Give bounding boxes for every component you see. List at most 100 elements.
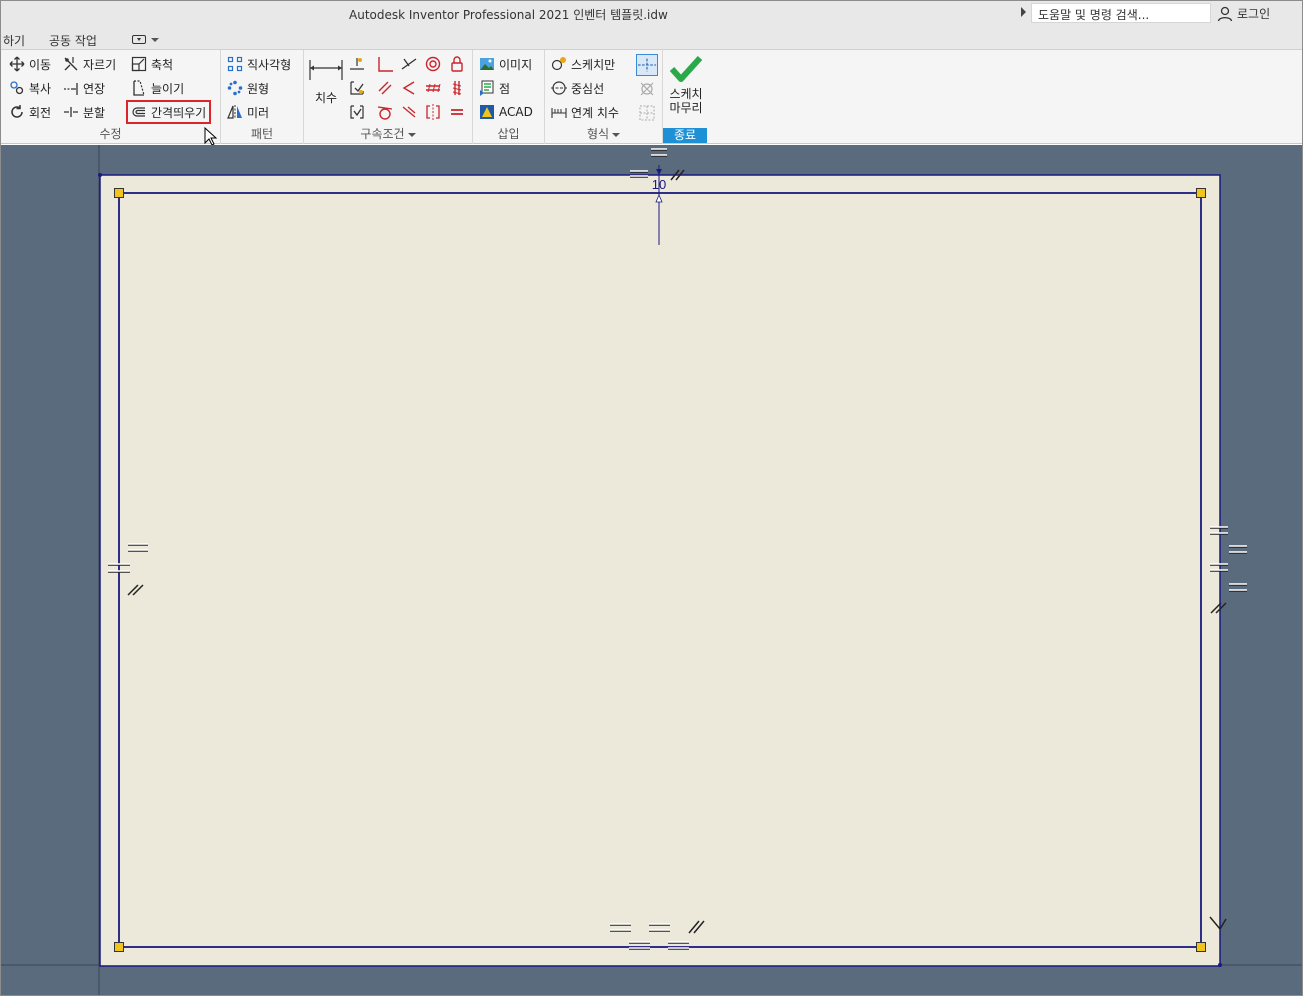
sheet-corner-point xyxy=(1218,963,1222,967)
mirror-label: 미러 xyxy=(247,105,270,120)
panel-modify-label: 수정 xyxy=(99,127,122,141)
circular-pattern-label: 원형 xyxy=(247,81,270,96)
rotate-icon xyxy=(9,104,25,120)
circular-pattern-button[interactable]: 원형 xyxy=(227,78,269,98)
panel-exit-label: 종료 xyxy=(663,128,707,143)
smooth-constraint-icon[interactable] xyxy=(400,79,418,97)
driven-dimension-button[interactable]: 연계 치수 xyxy=(551,102,619,122)
tab-partial[interactable]: 하기 xyxy=(3,32,25,49)
circular-pattern-icon xyxy=(227,80,243,96)
sketch-only-button[interactable]: 스케치만 xyxy=(551,54,615,74)
panel-format: 스케치만 중심선 연계 치수 형식 xyxy=(545,50,663,144)
tab-collaborate[interactable]: 공동 작업 xyxy=(49,32,97,49)
stretch-label: 늘이기 xyxy=(151,81,185,96)
insert-image-button[interactable]: 이미지 xyxy=(479,54,532,74)
help-search-input[interactable]: 도움말 및 명령 검색... xyxy=(1031,3,1211,23)
finish-sketch-label-2: 마무리 xyxy=(669,101,703,115)
show-constraints-icon[interactable] xyxy=(348,103,366,121)
concentric-constraint-icon[interactable] xyxy=(424,55,442,73)
perpendicular-constraint-icon[interactable] xyxy=(376,55,394,73)
vertex-bottom-left[interactable] xyxy=(114,942,124,952)
sketch-only-icon xyxy=(551,56,567,72)
auto-constraint-icon[interactable] xyxy=(348,79,366,97)
trim-label: 자르기 xyxy=(83,57,117,72)
stretch-icon xyxy=(131,80,147,96)
tangent-constraint-icon[interactable] xyxy=(400,55,418,73)
show-format-icon[interactable] xyxy=(638,80,656,98)
centerline-label: 중심선 xyxy=(571,81,605,96)
fix-constraint-icon[interactable] xyxy=(448,55,466,73)
login-button[interactable]: 로그인 xyxy=(1217,5,1270,22)
mirror-button[interactable]: 미러 xyxy=(227,102,269,122)
move-button[interactable]: 이동 xyxy=(9,54,51,74)
trim-icon xyxy=(63,56,79,72)
image-icon xyxy=(479,56,495,72)
offset-label: 간격띄우기 xyxy=(151,105,207,120)
finish-sketch-label-1: 스케치 xyxy=(669,87,703,101)
extend-button[interactable]: 연장 xyxy=(63,78,105,98)
panel-insert-label: 삽입 xyxy=(497,127,520,141)
move-label: 이동 xyxy=(29,57,52,72)
panel-insert: 이미지 점 ACAD 삽입 xyxy=(473,50,545,144)
rectangular-pattern-button[interactable]: 직사각형 xyxy=(227,54,291,74)
scale-button[interactable]: 축척 xyxy=(131,54,173,74)
rectangular-pattern-icon xyxy=(227,56,243,72)
graphics-canvas[interactable]: 10 xyxy=(1,145,1303,996)
extend-label: 연장 xyxy=(83,81,106,96)
chevron-down-icon xyxy=(612,132,621,137)
panel-constrain-label[interactable]: 구속조건 xyxy=(304,125,472,142)
vertex-top-right[interactable] xyxy=(1196,188,1206,198)
reference-grid-icon[interactable] xyxy=(638,104,656,122)
coincident-constraint-icon[interactable] xyxy=(348,55,366,73)
insert-point-button[interactable]: 점 xyxy=(479,78,510,98)
panel-pattern: 직사각형 원형 미러 패턴 xyxy=(221,50,304,144)
horizontal-constraint-icon[interactable] xyxy=(424,79,442,97)
copy-button[interactable]: 복사 xyxy=(9,78,51,98)
dimension-button[interactable]: 치수 xyxy=(308,56,344,106)
trim-button[interactable]: 자르기 xyxy=(63,54,116,74)
offset-button[interactable]: 간격띄우기 xyxy=(126,100,212,124)
ribbon: 이동 자르기 축척 복사 연장 늘이기 회전 분할 간격띄우기 수정 직사각형 … xyxy=(1,50,1302,144)
tangent-circle-constraint-icon[interactable] xyxy=(376,103,394,121)
symmetric-constraint-icon[interactable] xyxy=(424,103,442,121)
stretch-button[interactable]: 늘이기 xyxy=(131,78,184,98)
insert-image-label: 이미지 xyxy=(499,57,533,72)
acad-icon xyxy=(479,104,495,120)
panel-modify: 이동 자르기 축척 복사 연장 늘이기 회전 분할 간격띄우기 수정 xyxy=(1,50,221,144)
offset-icon xyxy=(131,104,147,120)
move-icon xyxy=(9,56,25,72)
equal-constraint-icon[interactable] xyxy=(448,103,466,121)
dimension-icon xyxy=(309,60,343,80)
vertex-bottom-right[interactable] xyxy=(1196,942,1206,952)
sketch-graphics[interactable]: 10 xyxy=(1,145,1303,996)
extend-icon xyxy=(63,80,79,96)
parallel-constraint-icon[interactable] xyxy=(376,79,394,97)
login-label: 로그인 xyxy=(1237,7,1271,21)
collinear-constraint-icon[interactable] xyxy=(400,103,418,121)
vertex-top-left[interactable] xyxy=(114,188,124,198)
centerline-icon xyxy=(551,80,567,96)
format-label-text: 형식 xyxy=(586,127,610,141)
user-icon xyxy=(1217,6,1233,22)
copy-label: 복사 xyxy=(29,81,52,96)
panel-format-label[interactable]: 형식 xyxy=(545,125,662,142)
split-button[interactable]: 분할 xyxy=(63,102,105,122)
sketch-only-label: 스케치만 xyxy=(571,57,616,72)
rotate-button[interactable]: 회전 xyxy=(9,102,51,122)
tab-overflow-dropdown[interactable] xyxy=(132,35,159,44)
drawing-sheet xyxy=(99,174,1221,967)
vertical-constraint-icon[interactable] xyxy=(448,79,466,97)
insert-acad-button[interactable]: ACAD xyxy=(479,102,533,122)
finish-sketch-button[interactable]: 스케치 마무리 xyxy=(665,54,707,115)
tab-overflow-icon xyxy=(132,35,146,44)
construction-toggle[interactable] xyxy=(636,54,658,76)
insert-point-label: 점 xyxy=(499,81,511,96)
point-icon xyxy=(479,80,495,96)
panel-constrain: 치수 구속조건 xyxy=(304,50,473,144)
driven-dimension-label: 연계 치수 xyxy=(571,105,619,120)
search-expand-icon[interactable] xyxy=(1021,7,1026,17)
centerline-button[interactable]: 중심선 xyxy=(551,78,604,98)
ribbon-tab-bar: 하기 공동 작업 xyxy=(1,27,1302,50)
chevron-down-icon xyxy=(407,132,416,137)
checkmark-icon xyxy=(669,55,703,82)
